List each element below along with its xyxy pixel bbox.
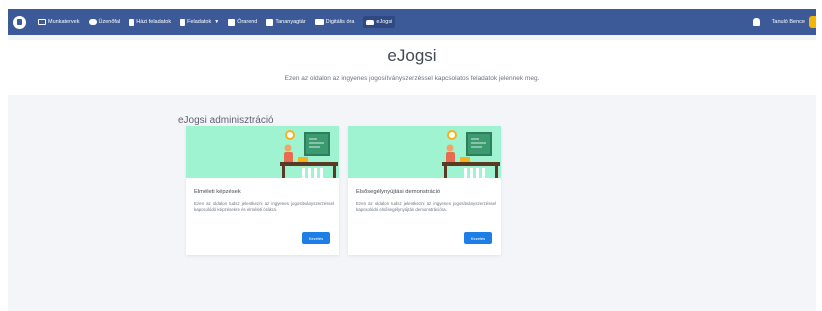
nav-item-digitalis-ora[interactable]: Digitális óra: [314, 19, 355, 25]
nav-item-label: Üzenőfal: [98, 19, 121, 25]
manage-button[interactable]: Kezelés: [302, 232, 330, 244]
nav-item-uzenofal[interactable]: Üzenőfal: [88, 19, 121, 25]
clipboard-icon: [180, 18, 186, 26]
card-illustration: [348, 126, 501, 178]
card-title: Elméleti képzések: [194, 189, 241, 195]
user-name[interactable]: Tanuló Bence: [772, 19, 805, 25]
nav-item-hazi-feladatok[interactable]: Házi feladatok: [129, 18, 172, 26]
nav-item-orarend[interactable]: Órarend: [228, 18, 258, 26]
nav-item-label: Digitális óra: [325, 19, 355, 25]
card-elmeleti-kepzesek: Elméleti képzések Ezen az oldalon tudsz …: [186, 126, 339, 255]
bell-icon[interactable]: [752, 18, 760, 26]
nav-item-munkatervek[interactable]: Munkatervek: [38, 19, 80, 25]
video-icon: [314, 19, 324, 25]
page-subtitle: Ezen az oldalon az ingyenes jogosítványs…: [284, 75, 540, 82]
nav-item-feladatok[interactable]: Feladatok ▼: [180, 18, 220, 26]
manage-button[interactable]: Kezelés: [464, 232, 492, 244]
calendar-icon: [228, 18, 236, 26]
nav-item-label: Órarend: [237, 19, 258, 25]
classroom-illustration: [442, 130, 500, 178]
nav-item-ejogsi[interactable]: eJogsi: [363, 16, 396, 28]
card-description: Ezen az oldalon tudsz jelentkezni az ing…: [356, 201, 496, 212]
car-icon: [366, 19, 375, 25]
card-elsosegelynyujtas: Elsősegélynyújtási demonstráció Ezen az …: [348, 126, 501, 255]
top-navbar: Munkatervek Üzenőfal Házi feladatok Fela…: [8, 9, 816, 35]
nav-item-label: Feladatok: [187, 19, 212, 25]
nav-item-tananyagtar[interactable]: Tananyagtár: [266, 18, 306, 26]
chat-icon: [88, 19, 97, 25]
chevron-down-icon: ▼: [214, 19, 220, 25]
nav-item-label: Házi feladatok: [136, 19, 172, 25]
avatar[interactable]: [809, 16, 816, 28]
page-header: eJogsi Ezen az oldalon az ingyenes jogos…: [8, 40, 816, 95]
card-title: Elsősegélynyújtási demonstráció: [356, 189, 441, 195]
monitor-icon: [38, 19, 46, 25]
nav-item-label: eJogsi: [376, 19, 393, 25]
classroom-illustration: [280, 130, 338, 178]
nav-item-label: Munkatervek: [48, 19, 80, 25]
book-icon: [266, 18, 274, 26]
section-title: eJogsi adminisztráció: [178, 115, 274, 126]
card-illustration: [186, 126, 339, 178]
app-logo[interactable]: [13, 15, 26, 29]
card-description: Ezen az oldalon tudsz jelentkezni az ing…: [194, 201, 334, 212]
page-title: eJogsi: [387, 46, 437, 65]
page-background: Munkatervek Üzenőfal Házi feladatok Fela…: [8, 9, 816, 311]
user-area: Tanuló Bence: [752, 9, 816, 35]
nav-item-label: Tananyagtár: [275, 19, 306, 25]
document-icon: [129, 18, 135, 26]
